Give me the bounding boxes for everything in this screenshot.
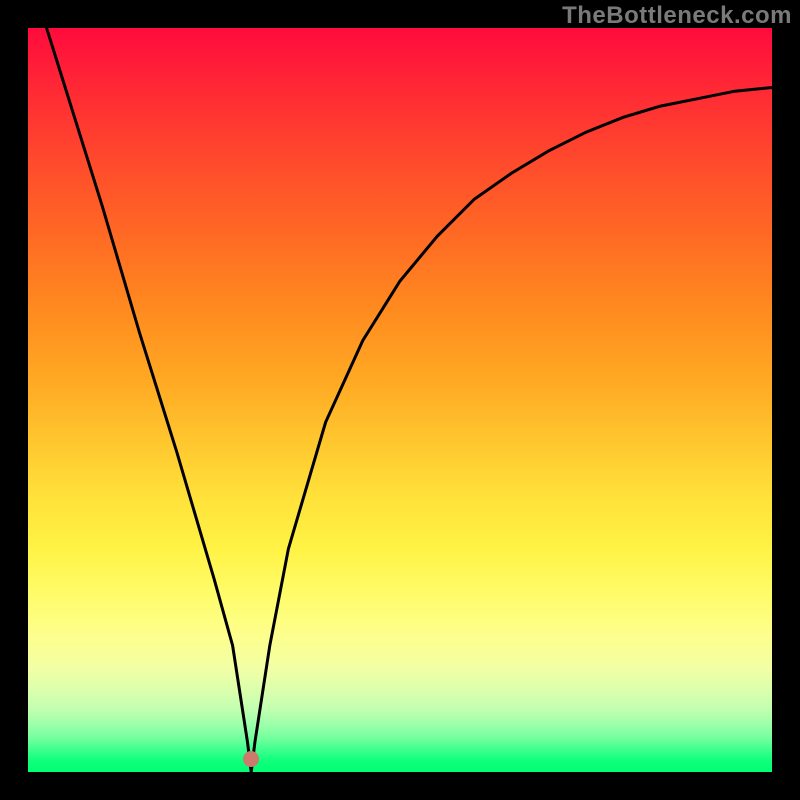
watermark-text: TheBottleneck.com bbox=[562, 2, 792, 30]
plot-background bbox=[28, 28, 772, 772]
chart-container: TheBottleneck.com bbox=[0, 0, 800, 800]
